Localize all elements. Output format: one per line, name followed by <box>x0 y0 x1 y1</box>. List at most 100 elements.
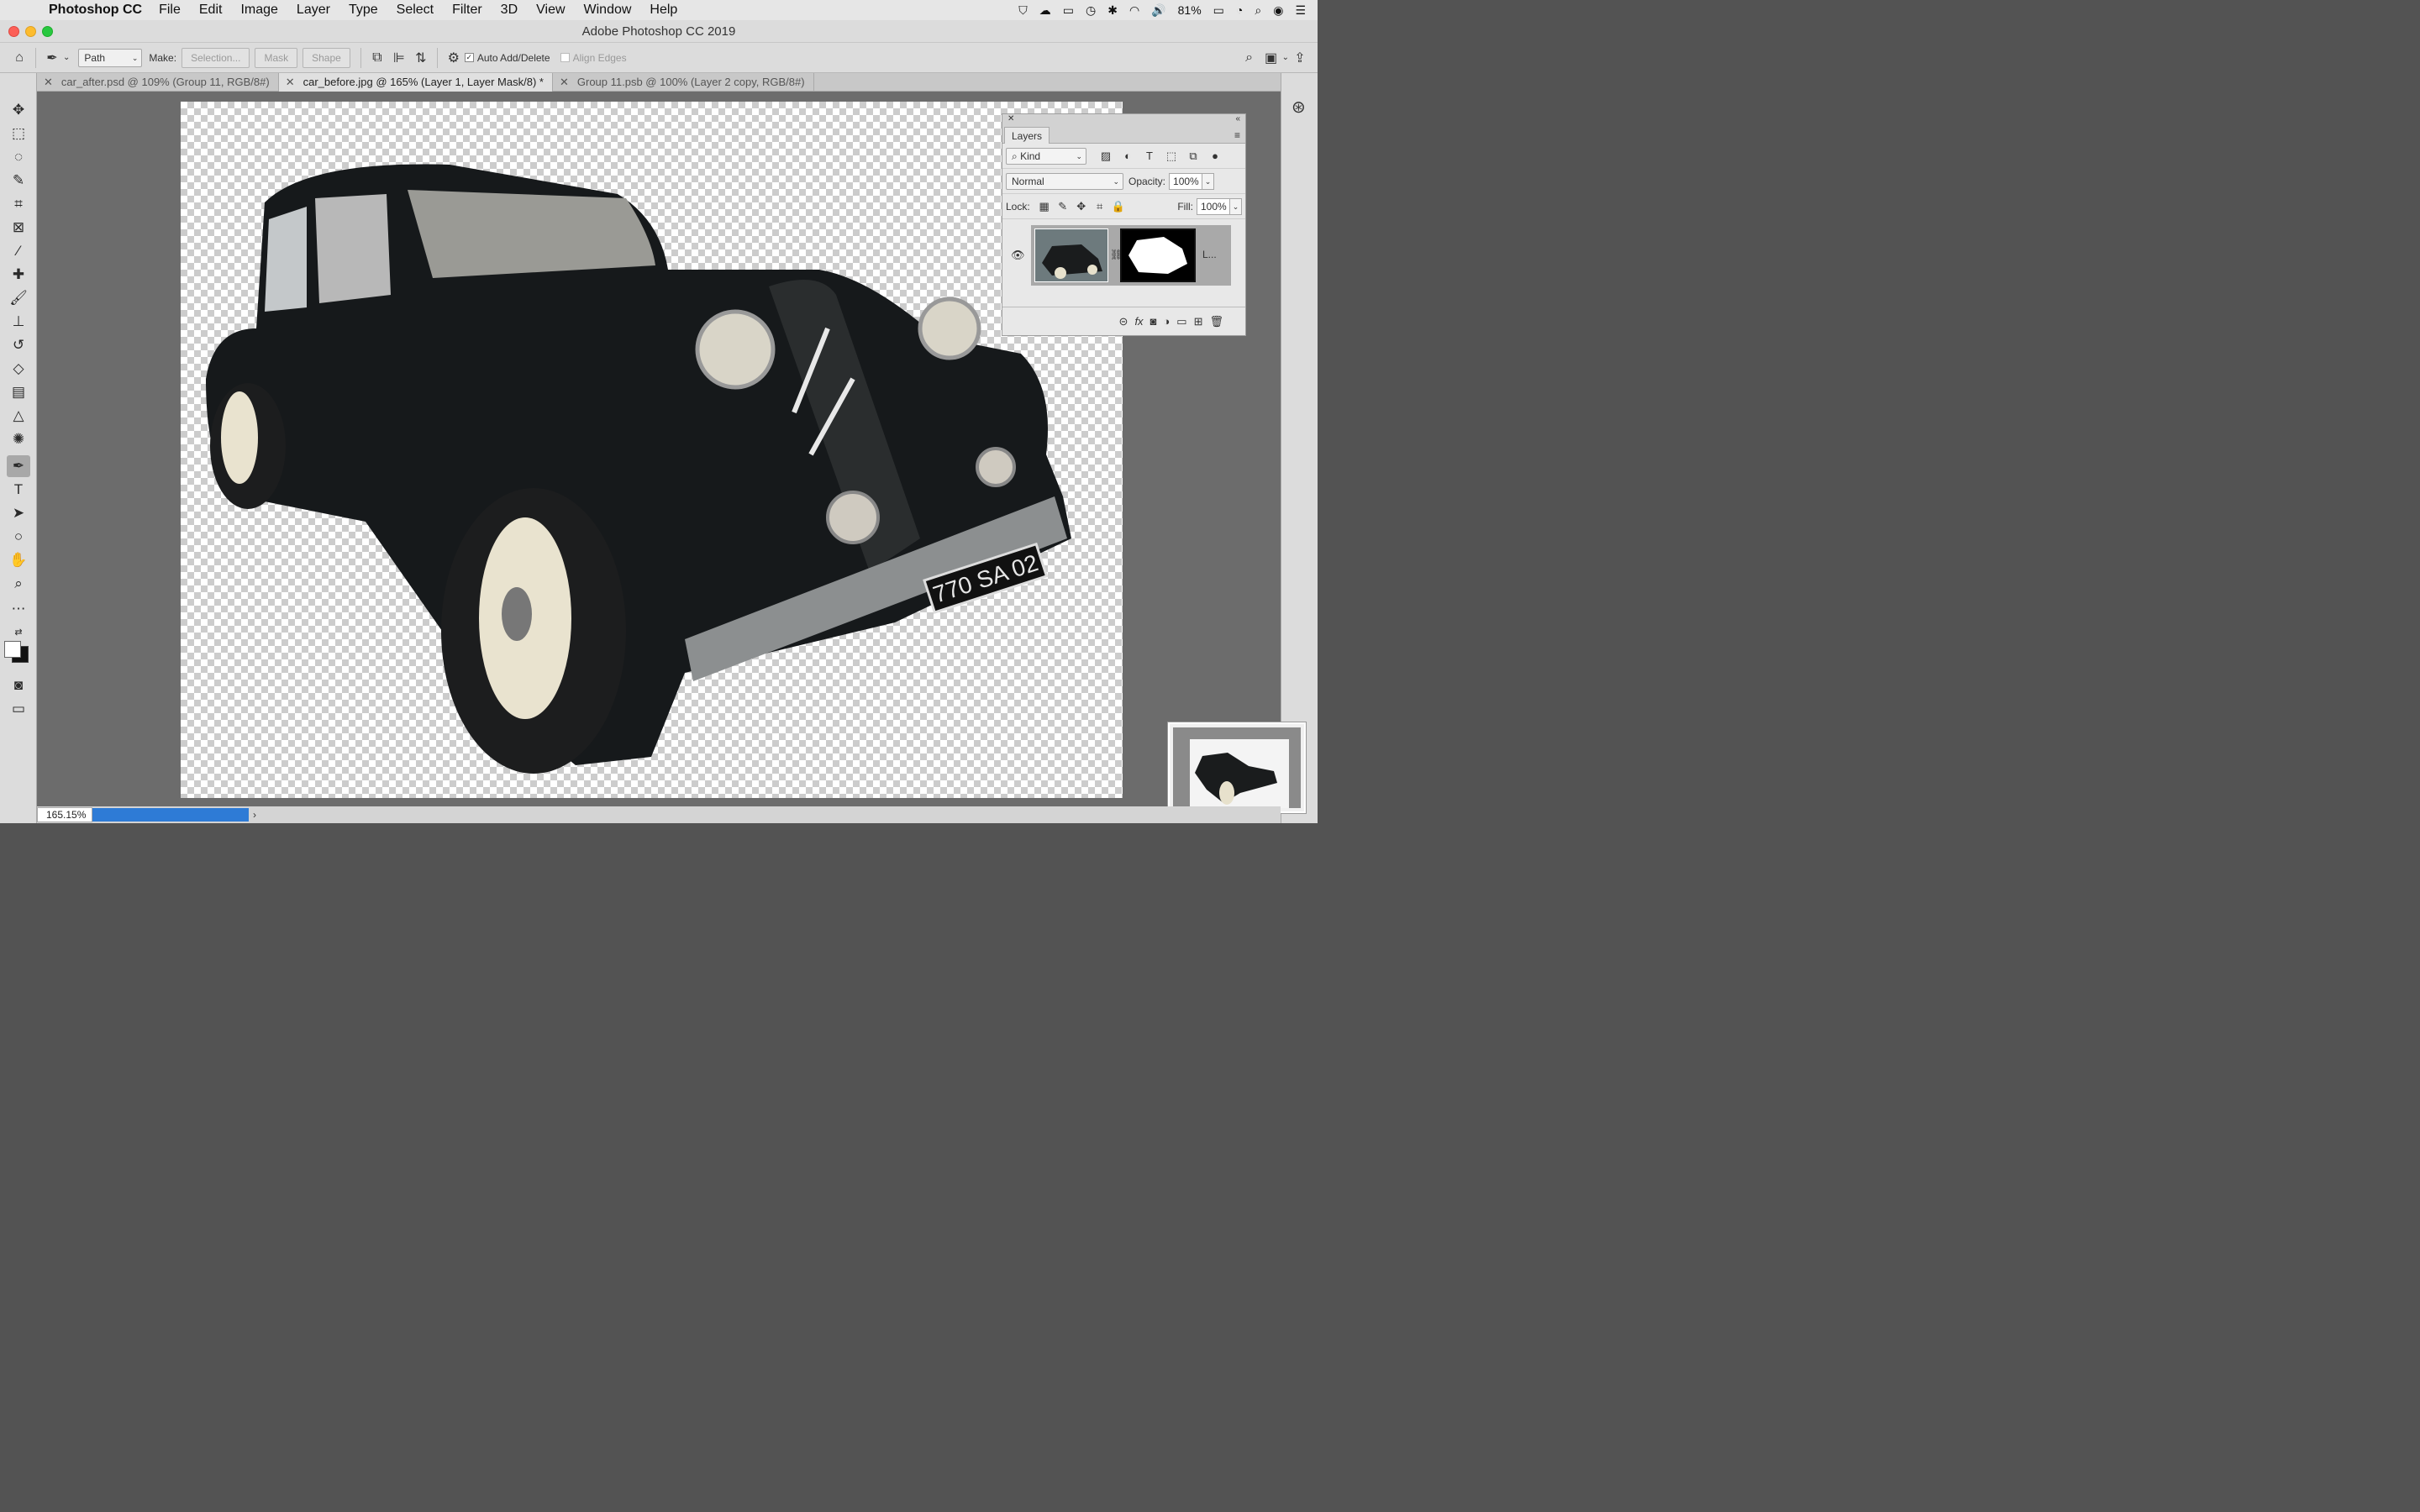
search-icon[interactable]: ⌕ <box>1239 47 1260 69</box>
opacity-input[interactable]: 100% <box>1169 172 1203 190</box>
close-icon[interactable]: ✕ <box>44 76 53 88</box>
filter-kind-select[interactable]: ⌕ Kind ⌄ <box>1006 147 1086 165</box>
auto-add-delete-checkbox[interactable]: ✓ <box>464 53 474 62</box>
zoom-tool-icon[interactable]: ⌕ <box>7 573 30 595</box>
tab-layers[interactable]: Layers <box>1004 127 1050 144</box>
hand-tool-icon[interactable]: ✋ <box>7 549 30 571</box>
layer-mask-thumbnail[interactable] <box>1120 228 1196 282</box>
menu-type[interactable]: Type <box>349 3 378 18</box>
make-mask-button[interactable]: Mask <box>255 47 298 68</box>
navigator-preview[interactable] <box>1168 722 1306 813</box>
lock-all-icon[interactable]: 🔒 <box>1109 198 1128 215</box>
tab-car-after[interactable]: ✕ car_after.psd @ 109% (Group 11, RGB/8#) <box>37 73 279 92</box>
path-selection-tool-icon[interactable]: ➤ <box>7 502 30 524</box>
workspace-icon[interactable]: ▣ <box>1260 47 1282 69</box>
sponge-tool-icon[interactable]: ✺ <box>7 428 30 450</box>
menu-3d[interactable]: 3D <box>501 3 518 18</box>
zoom-window-button[interactable] <box>42 26 53 37</box>
bluetooth-icon[interactable]: ✱ <box>1107 3 1118 18</box>
foreground-color-swatch[interactable] <box>4 641 21 658</box>
layer-row[interactable]: 👁 ⛓ L... <box>1002 225 1245 286</box>
fill-input[interactable]: 100% <box>1197 197 1230 215</box>
lasso-tool-icon[interactable]: ◌ <box>7 146 30 168</box>
fx-icon[interactable]: fx <box>1134 315 1143 328</box>
chevron-down-icon[interactable]: ⌄ <box>1230 197 1242 215</box>
new-layer-icon[interactable]: ⊞ <box>1194 315 1203 328</box>
eraser-tool-icon[interactable]: ◇ <box>7 358 30 380</box>
lock-position-icon[interactable]: ✥ <box>1072 198 1091 215</box>
panel-menu-icon[interactable]: ≡ <box>1234 129 1240 141</box>
share-icon[interactable]: ⇪ <box>1289 47 1311 69</box>
notification-center-icon[interactable]: ☰ <box>1295 3 1306 18</box>
move-tool-icon[interactable]: ✥ <box>7 99 30 121</box>
siri-icon[interactable]: ◉ <box>1273 3 1283 18</box>
quick-mask-icon[interactable]: ◙ <box>7 675 30 696</box>
menu-select[interactable]: Select <box>397 3 434 18</box>
shield-icon[interactable]: ⛉ <box>1018 3 1028 18</box>
gear-icon[interactable]: ⚙ <box>443 47 465 69</box>
menu-window[interactable]: Window <box>584 3 632 18</box>
link-layers-icon[interactable]: ⊝ <box>1119 315 1128 328</box>
type-tool-icon[interactable]: T <box>7 479 30 501</box>
align-edges-checkbox[interactable] <box>560 53 570 62</box>
home-icon[interactable]: ⌂ <box>8 47 30 69</box>
minimize-window-button[interactable] <box>25 26 36 37</box>
lock-transparent-icon[interactable]: ▦ <box>1035 198 1054 215</box>
lock-artboard-icon[interactable]: ⌗ <box>1091 198 1109 215</box>
history-brush-tool-icon[interactable]: ↺ <box>7 334 30 356</box>
chevron-down-icon[interactable]: ⌄ <box>1282 53 1289 62</box>
menu-help[interactable]: Help <box>650 3 677 18</box>
wifi-icon[interactable]: ◠ <box>1129 3 1139 18</box>
type-filter-icon[interactable]: T <box>1139 148 1160 165</box>
airplay-icon[interactable]: ▭ <box>1063 3 1074 18</box>
healing-brush-tool-icon[interactable]: ✚ <box>7 264 30 286</box>
close-icon[interactable]: ✕ <box>286 76 295 88</box>
time-machine-icon[interactable]: ◷ <box>1086 3 1096 18</box>
chevron-down-icon[interactable]: ⌄ <box>63 53 70 62</box>
ellipse-tool-icon[interactable]: ○ <box>7 526 30 548</box>
crop-tool-icon[interactable]: ⌗ <box>7 193 30 215</box>
filter-toggle-icon[interactable]: ● <box>1204 148 1226 165</box>
clone-stamp-tool-icon[interactable]: ⊥ <box>7 311 30 333</box>
spotlight-search-icon[interactable]: ⌕ <box>1255 3 1261 18</box>
path-operations-icon[interactable]: ⧉ <box>366 47 388 69</box>
menu-image[interactable]: Image <box>240 3 277 18</box>
menu-layer[interactable]: Layer <box>297 3 330 18</box>
pixel-filter-icon[interactable]: ▨ <box>1095 148 1117 165</box>
adjustment-layer-icon[interactable]: ◑ <box>1163 315 1170 328</box>
blend-mode-select[interactable]: Normal ⌄ <box>1006 172 1123 190</box>
quick-selection-tool-icon[interactable]: ✎ <box>7 170 30 192</box>
chevron-down-icon[interactable]: ⌄ <box>1202 172 1215 190</box>
close-icon[interactable]: ✕ <box>560 76 569 88</box>
layer-thumbnail[interactable] <box>1034 228 1108 282</box>
brush-tool-icon[interactable]: 🖌 <box>7 287 30 309</box>
clock-icon[interactable]: ◔ <box>1236 3 1243 17</box>
creative-cloud-icon[interactable]: ☁ <box>1039 3 1051 18</box>
path-alignment-icon[interactable]: ⊫ <box>388 47 410 69</box>
menu-edit[interactable]: Edit <box>199 3 223 18</box>
layer-name[interactable]: L... <box>1202 249 1217 260</box>
gradient-tool-icon[interactable]: ▤ <box>7 381 30 403</box>
make-shape-button[interactable]: Shape <box>302 47 350 68</box>
tab-car-before[interactable]: ✕ car_before.jpg @ 165% (Layer 1, Layer M… <box>278 73 553 92</box>
document-canvas[interactable]: 770 SA 02 <box>181 102 1123 798</box>
collapse-icon[interactable]: « <box>1235 114 1240 123</box>
adjustment-filter-icon[interactable]: ◐ <box>1117 148 1139 165</box>
volume-icon[interactable]: 🔊 <box>1151 3 1165 18</box>
pen-tool-icon[interactable]: ✒ <box>7 455 30 477</box>
menu-filter[interactable]: Filter <box>452 3 482 18</box>
new-group-icon[interactable]: ▭ <box>1176 315 1186 328</box>
path-arrangement-icon[interactable]: ⇅ <box>410 47 432 69</box>
smart-object-filter-icon[interactable]: ⧉ <box>1182 148 1204 165</box>
tab-group-11[interactable]: ✕ Group 11.psb @ 100% (Layer 2 copy, RGB/… <box>553 73 814 92</box>
trash-icon[interactable]: 🗑 <box>1209 315 1223 328</box>
battery-icon[interactable]: ▭ <box>1213 3 1224 18</box>
close-icon[interactable]: ✕ <box>1007 114 1014 123</box>
menu-file[interactable]: File <box>159 3 181 18</box>
more-tools-icon[interactable]: ⋯ <box>7 598 30 620</box>
pen-tool-preset-icon[interactable]: ✒ <box>41 47 63 69</box>
screen-mode-icon[interactable]: ▭ <box>7 698 30 720</box>
pen-mode-select[interactable]: Path ⌄ <box>78 48 143 67</box>
frame-tool-icon[interactable]: ⊠ <box>7 217 30 239</box>
close-window-button[interactable] <box>8 26 19 37</box>
